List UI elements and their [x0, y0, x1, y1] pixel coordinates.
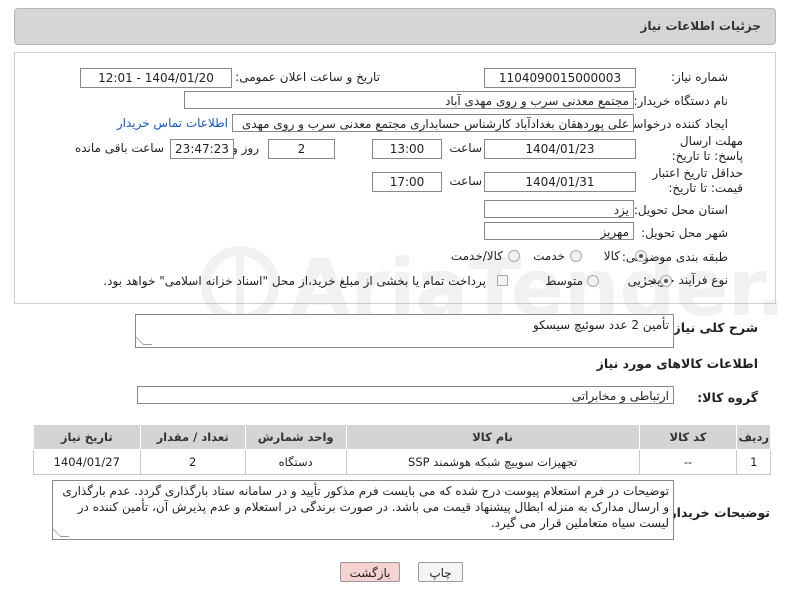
reply-deadline-label: مهلت ارسال پاسخ: تا تاریخ:: [671, 134, 743, 163]
col-item-name: نام کالا: [345, 424, 640, 450]
col-quantity: تعداد / مقدار: [139, 424, 246, 450]
col-need-date: تاریخ نیاز: [33, 424, 141, 450]
reply-time-label: ساعت: [449, 141, 482, 155]
reply-days-label: روز و: [232, 141, 259, 155]
table-row[interactable]: 1 -- تجهیزات سوییچ شبکه هوشمند SSP دستگا…: [33, 449, 771, 475]
cell-unit: دستگاه: [244, 449, 347, 475]
category-option-goods: کالا: [603, 249, 620, 263]
remaining-time-field: 23:47:23: [170, 139, 234, 159]
announce-field: 1404/01/20 - 12:01: [80, 68, 232, 88]
page-title: جزئیات اطلاعات نیاز: [640, 19, 761, 33]
creator-field: علی پوردهقان بغدادآباد کارشناس حسابداری …: [232, 114, 634, 132]
buyer-contact-link[interactable]: اطلاعات تماس خریدار: [117, 116, 228, 130]
description-text: تأمین 2 عدد سوئیچ سیسکو: [532, 318, 669, 332]
goods-section-title: اطلاعات کالاهای مورد نیاز: [596, 356, 758, 371]
purchase-option-medium: متوسط: [545, 274, 583, 288]
purchase-radio-minor[interactable]: [660, 275, 672, 287]
col-row-number: ردیف: [736, 424, 771, 450]
cell-item-name: تجهیزات سوییچ شبکه هوشمند SSP: [345, 449, 640, 475]
category-radio-goods-service[interactable]: [508, 250, 520, 262]
treasury-note: پرداخت تمام یا بخشی از مبلغ خرید،از محل …: [103, 274, 486, 288]
cell-quantity: 2: [139, 449, 246, 475]
purchase-radio-medium[interactable]: [587, 275, 599, 287]
need-number-field: 1104090015000003: [484, 68, 636, 88]
cell-row-number: 1: [736, 449, 771, 475]
reply-time-field: 13:00: [372, 139, 442, 159]
goods-table: ردیف کد کالا نام کالا واحد شمارش تعداد /…: [33, 424, 771, 475]
back-button[interactable]: بازگشت: [340, 562, 400, 582]
announce-label: تاریخ و ساعت اعلان عمومی:: [235, 70, 380, 84]
notes-resize-handle-icon[interactable]: [53, 528, 70, 537]
buyer-notes-field: توضیحات در فرم استعلام پیوست درج شده که …: [52, 480, 674, 540]
province-label: استان محل تحویل:: [633, 203, 728, 217]
reply-days-field: 2: [268, 139, 335, 159]
city-label: شهر محل تحویل:: [641, 226, 728, 240]
buyer-notes-label: توضیحات خریدار:: [664, 505, 770, 520]
goods-group-field: ارتباطی و مخابراتی: [137, 386, 674, 404]
print-button[interactable]: چاپ: [418, 562, 463, 582]
province-field: یزد: [484, 200, 634, 218]
price-validity-time-field: 17:00: [372, 172, 442, 192]
description-field: تأمین 2 عدد سوئیچ سیسکو: [135, 314, 674, 348]
description-label: شرح کلی نیاز:: [668, 320, 758, 335]
price-validity-date-field: 1404/01/31: [484, 172, 636, 192]
need-number-label: شماره نیاز:: [671, 70, 728, 84]
treasury-checkbox[interactable]: [497, 275, 508, 286]
buyer-org-field: مجتمع معدنی سرب و روی مهدی آباد: [184, 91, 634, 109]
cell-need-date: 1404/01/27: [33, 449, 141, 475]
goods-group-label: گروه کالا:: [697, 390, 758, 405]
purchase-option-minor: جزیی: [627, 274, 655, 288]
remaining-label: ساعت باقی مانده: [74, 141, 164, 155]
resize-handle-icon[interactable]: [136, 336, 153, 345]
category-radio-service[interactable]: [570, 250, 582, 262]
col-unit: واحد شمارش: [244, 424, 347, 450]
col-item-code: کد کالا: [638, 424, 738, 450]
table-header-row: ردیف کد کالا نام کالا واحد شمارش تعداد /…: [33, 424, 771, 450]
city-field: مهریز: [484, 222, 634, 240]
price-validity-time-label: ساعت: [449, 174, 482, 188]
header-bar: جزئیات اطلاعات نیاز: [14, 8, 776, 45]
category-radio-goods[interactable]: [635, 250, 647, 262]
category-option-goods-service: کالا/خدمت: [450, 249, 503, 263]
price-validity-label: حداقل تاریخ اعتبار قیمت: تا تاریخ:: [652, 166, 743, 195]
purchase-type-label: نوع فرآیند خرید :: [643, 273, 728, 287]
creator-label: ایجاد کننده درخواست:: [617, 117, 728, 131]
cell-item-code: --: [638, 449, 738, 475]
buyer-org-label: نام دستگاه خریدار:: [633, 94, 729, 108]
reply-date-field: 1404/01/23: [484, 139, 636, 159]
category-option-service: خدمت: [533, 249, 565, 263]
buyer-notes-text: توضیحات در فرم استعلام پیوست درج شده که …: [62, 484, 669, 530]
